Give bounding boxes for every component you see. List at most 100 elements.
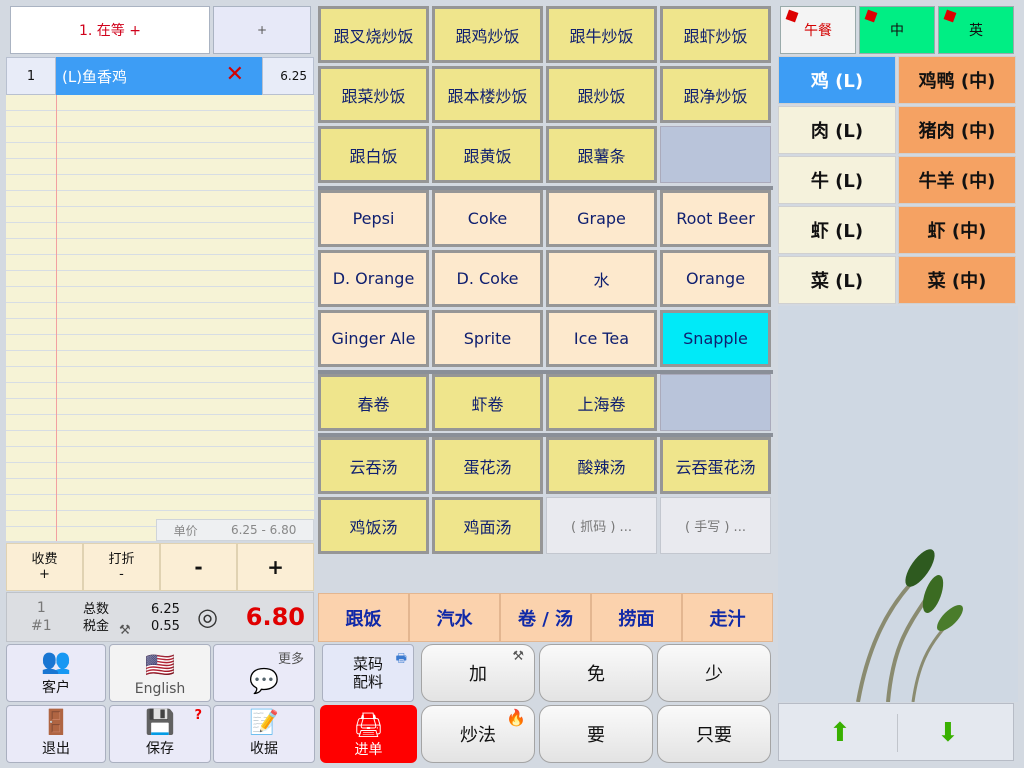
free-modifier-button[interactable]: 免 [539, 644, 653, 702]
receipt-label: 收据 [250, 741, 278, 757]
menu-grid: 跟叉烧炒饭 跟鸡炒饭 跟牛炒饭 跟虾炒饭 跟菜炒饭 跟本楼炒饭 跟炒饭 跟净炒饭… [318, 6, 773, 642]
less-modifier-button[interactable]: 少 [657, 644, 771, 702]
protein-beef-lamb-medium[interactable]: 牛羊 (中) [898, 156, 1016, 204]
tab-english[interactable]: 英 [938, 6, 1014, 54]
scroll-down-arrow-icon[interactable]: ⬇ [937, 718, 959, 748]
menu-item-selected[interactable]: Snapple [660, 310, 771, 367]
totals-panel: 1 #1 总数 税金 6.25 0.55 ⚒ ◎ 6.80 [6, 592, 314, 642]
protein-pork-large[interactable]: 肉 (L) [778, 106, 896, 154]
menu-item[interactable]: Grape [546, 190, 657, 247]
menu-item[interactable]: 春卷 [318, 374, 429, 431]
category-no-sauce[interactable]: 走汁 [682, 593, 773, 642]
menu-item[interactable]: 跟白饭 [318, 126, 429, 183]
add-modifier-button[interactable]: 加 ⚒ [421, 644, 535, 702]
decrease-quantity-button[interactable]: - [160, 543, 237, 591]
menu-item[interactable]: 跟虾炒饭 [660, 6, 771, 63]
delete-item-icon[interactable]: ✕ [226, 63, 244, 87]
menu-item[interactable]: Coke [432, 190, 543, 247]
more-label: 更多 [277, 652, 304, 667]
protein-beef-large[interactable]: 牛 (L) [778, 156, 896, 204]
exit-button[interactable]: 🚪 退出 [6, 705, 106, 763]
save-disk-icon: 💾 [145, 708, 175, 736]
menu-item[interactable]: 水 [546, 250, 657, 307]
free-label: 免 [587, 664, 605, 685]
menu-item[interactable]: Ice Tea [546, 310, 657, 367]
category-roll-soup[interactable]: 卷 / 汤 [500, 593, 591, 642]
discount-label: 打折 [108, 552, 135, 567]
tax-tool-icon[interactable]: ⚒ [119, 623, 131, 638]
menu-item[interactable]: 蛋花汤 [432, 437, 543, 494]
order-line-item[interactable]: 1 (L)鱼香鸡 ✕ 6.25 [6, 57, 314, 95]
language-label: English [134, 681, 186, 697]
protein-chicken-large[interactable]: 鸡 (L) [778, 56, 896, 104]
menu-item[interactable]: 鸡饭汤 [318, 497, 429, 554]
menu-item[interactable]: 鸡面汤 [432, 497, 543, 554]
protein-chicken-duck-medium[interactable]: 鸡鸭 (中) [898, 56, 1016, 104]
category-lo-mein[interactable]: 捞面 [591, 593, 682, 642]
tab-lunch-label: 午餐 [804, 23, 832, 39]
menu-item[interactable]: 跟叉烧炒饭 [318, 6, 429, 63]
protein-shrimp-medium[interactable]: 虾 (中) [898, 206, 1016, 254]
only-modifier-button[interactable]: 只要 [657, 705, 771, 763]
send-order-button[interactable]: 🖨 进单 [320, 705, 417, 763]
menu-item[interactable]: 虾卷 [432, 374, 543, 431]
tab-chinese[interactable]: 中 [859, 6, 935, 54]
menu-item[interactable]: Root Beer [660, 190, 771, 247]
menu-item[interactable]: 云吞蛋花汤 [660, 437, 771, 494]
receipt-button[interactable]: 📝 收据 [213, 705, 315, 763]
empty-slot [660, 374, 771, 431]
menu-item[interactable]: 酸辣汤 [546, 437, 657, 494]
menu-item[interactable]: 跟鸡炒饭 [432, 6, 543, 63]
menu-item[interactable]: 跟薯条 [546, 126, 657, 183]
order-tab-waiting[interactable]: 1. 在等 + [10, 6, 210, 54]
menu-item[interactable]: 跟炒饭 [546, 66, 657, 123]
menu-item[interactable]: D. Coke [432, 250, 543, 307]
menu-item[interactable]: 跟本楼炒饭 [432, 66, 543, 123]
protein-veg-medium[interactable]: 菜 (中) [898, 256, 1016, 304]
want-modifier-button[interactable]: 要 [539, 705, 653, 763]
seat-count: 1 [36, 600, 46, 616]
menu-item[interactable]: 跟牛炒饭 [546, 6, 657, 63]
protein-pork-medium[interactable]: 猪肉 (中) [898, 106, 1016, 154]
tab-lunch[interactable]: 午餐 [780, 6, 856, 54]
order-list-area[interactable] [6, 95, 314, 541]
exit-label: 退出 [42, 741, 70, 757]
charge-button[interactable]: 收费 + [6, 543, 83, 591]
menu-item[interactable]: 跟菜炒饭 [318, 66, 429, 123]
menu-item[interactable]: D. Orange [318, 250, 429, 307]
discount-button[interactable]: 打折 - [83, 543, 160, 591]
dish-code-button[interactable]: 🖶 菜码 配料 [322, 644, 414, 702]
ingredients-label: 配料 [352, 673, 383, 691]
menu-item[interactable]: 跟黄饭 [432, 126, 543, 183]
protein-veg-large[interactable]: 菜 (L) [778, 256, 896, 304]
new-order-tab[interactable]: + [213, 6, 311, 54]
menu-item[interactable]: Ginger Ale [318, 310, 429, 367]
customer-button[interactable]: 👥 客户 [6, 644, 106, 702]
add-label: 加 [469, 664, 487, 685]
flag-icon [785, 9, 799, 23]
cook-method-button[interactable]: 炒法 🔥 [421, 705, 535, 763]
less-label: 少 [705, 664, 723, 685]
item-name-cell[interactable]: (L)鱼香鸡 ✕ [56, 57, 262, 95]
save-button[interactable]: ? 💾 保存 [109, 705, 211, 763]
menu-item[interactable]: 上海卷 [546, 374, 657, 431]
help-question-icon: ? [194, 708, 202, 723]
category-soda[interactable]: 汽水 [409, 593, 500, 642]
language-button[interactable]: 🇺🇸 English [109, 644, 211, 702]
protein-shrimp-large[interactable]: 虾 (L) [778, 206, 896, 254]
scroll-up-arrow-icon[interactable]: ⬆ [829, 718, 851, 748]
menu-item[interactable]: Pepsi [318, 190, 429, 247]
category-rice[interactable]: 跟饭 [318, 593, 409, 642]
scroll-controls: ⬆ ⬇ [778, 703, 1014, 761]
menu-item[interactable]: 跟净炒饭 [660, 66, 771, 123]
menu-item[interactable]: Sprite [432, 310, 543, 367]
more-button[interactable]: 更多 💬 [213, 644, 315, 702]
handwrite-button[interactable]: ( 手写 ) ... [660, 497, 771, 554]
code-entry-button[interactable]: ( 抓码 ) ... [546, 497, 657, 554]
dial-icon[interactable]: ◎ [197, 603, 218, 631]
increase-quantity-button[interactable]: + [237, 543, 314, 591]
menu-item[interactable]: Orange [660, 250, 771, 307]
item-quantity: 1 [6, 57, 56, 95]
sprout-decoration-icon [856, 549, 963, 703]
menu-item[interactable]: 云吞汤 [318, 437, 429, 494]
